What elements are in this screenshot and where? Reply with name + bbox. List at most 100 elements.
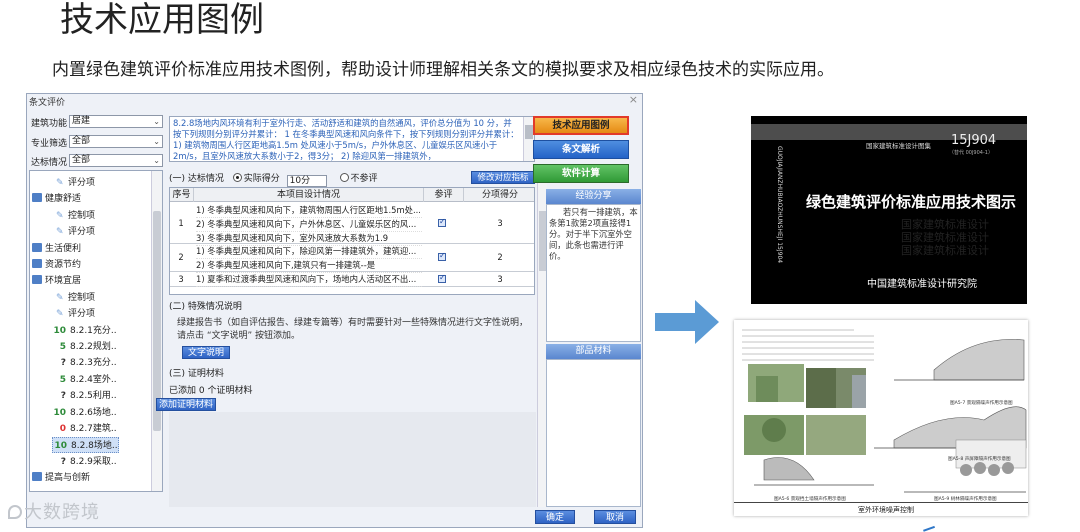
filter-select-function[interactable]: 居建 ⌄ — [69, 115, 163, 128]
tree-item[interactable]: 资源节约 — [32, 257, 81, 273]
clause-evaluation-dialog: 条文评价 × 建筑功能 居建 ⌄ 专业筛选 全部 ⌄ 达标情况 全部 ⌄ ✎ 评分项 健康… — [26, 93, 643, 528]
clause-analysis-button[interactable]: 条文解析 — [533, 140, 629, 159]
cancel-button[interactable]: 取消 — [594, 510, 636, 524]
add-evidence-button[interactable]: 添加证明材料 — [156, 398, 216, 411]
participate-checkbox[interactable] — [438, 273, 446, 283]
check-mark-icon — [920, 520, 936, 532]
table-header: 序号 本项目设计情况 参评 分项得分 — [170, 188, 534, 202]
tree-item-label: 8.2.7建筑.. — [70, 424, 117, 434]
tree-item-label: 8.2.9采取.. — [70, 456, 117, 467]
experience-title: 经验分享 — [546, 189, 641, 204]
tree-item-label: 生活便利 — [45, 243, 82, 254]
tree-item[interactable]: 提高与创新 — [32, 470, 90, 486]
ok-button[interactable]: 确定 — [535, 510, 575, 524]
col-score: 分项得分 — [481, 190, 518, 200]
folder-icon — [32, 242, 42, 252]
tree-item-label: 资源节约 — [45, 260, 82, 270]
tree-item[interactable]: ? 8.2.9采取.. — [52, 454, 117, 470]
clause-score: 5 — [59, 342, 66, 352]
tree-item[interactable]: ? 8.2.3充分.. — [52, 355, 117, 371]
clause-tree: ✎ 评分项 健康舒适 ✎ 控制项 ✎ 评分项 生活便利 资源节约 环境宜居 ✎ 控制项 ✎ 评分项 10 8.… — [29, 170, 163, 492]
book-code-sub: （替代 00J904-1） — [949, 150, 993, 156]
tree-item[interactable]: ✎ 评分项 — [56, 224, 95, 240]
clause-score: 10 — [53, 325, 66, 336]
design-description: 1) 冬季典型风速和风向下，建筑物周围人行区距地1.5m处... 2) 冬季典型风… — [196, 204, 422, 246]
tree-item-label: 8.2.4室外.. — [70, 374, 117, 385]
design-line: 1) 夏季和过渡季典型风速和风向下，场地内人活动区不出... — [196, 273, 422, 287]
filter-label-discipline: 专业筛选 — [31, 139, 68, 149]
tree-item-label: 提高与创新 — [45, 473, 91, 484]
software-calc-button[interactable]: 软件计算 — [533, 164, 629, 183]
tech-legend-button[interactable]: 技术应用图例 — [533, 116, 629, 135]
tree-item-label: 8.2.2规划.. — [70, 342, 117, 352]
folder-icon — [32, 472, 42, 482]
design-line: 2) 冬季典型风速和风向下,建筑只有一排建筑--是 — [196, 259, 422, 273]
tree-item[interactable]: 5 8.2.2规划.. — [52, 339, 117, 355]
tree-item[interactable]: 健康舒适 — [32, 191, 81, 207]
book-title: 绿色建筑评价标准应用技术图示 — [806, 193, 1017, 211]
tree-scrollbar[interactable] — [151, 171, 162, 491]
tree-item-label: 环境宜居 — [45, 276, 82, 287]
tree-item[interactable]: 0 8.2.7建筑.. — [52, 421, 117, 437]
tree-item[interactable]: 生活便利 — [32, 241, 81, 257]
tree-item[interactable]: 10 8.2.8场地.. — [52, 437, 119, 454]
watermark-logo-icon — [8, 505, 22, 519]
right-arrow-icon — [655, 300, 719, 344]
dialog-title: 条文评价 — [29, 98, 66, 108]
close-icon[interactable]: × — [629, 93, 638, 106]
compliance-label: (一) 达标情况 — [169, 174, 224, 184]
drawing-illustrations — [742, 329, 1027, 493]
tree-item[interactable]: 10 8.2.6场地.. — [52, 405, 116, 421]
tree-item[interactable]: 环境宜居 — [32, 273, 81, 289]
pencil-icon: ✎ — [56, 227, 64, 238]
clause-score: 10 — [54, 441, 67, 452]
text-note-button[interactable]: 文字说明 — [182, 346, 230, 359]
radio-actual-score-label: 实际得分 — [243, 174, 280, 184]
participate-checkbox[interactable] — [438, 217, 446, 227]
main-empty-area — [169, 412, 536, 507]
modify-indicator-button[interactable]: 修改对应指标 — [471, 171, 535, 184]
participate-checkbox[interactable] — [438, 251, 446, 261]
tree-item-label: 评分项 — [68, 178, 96, 188]
filter-select-status[interactable]: 全部 ⌄ — [69, 154, 163, 167]
chevron-down-icon: ⌄ — [153, 117, 160, 126]
watermark-text: 大数跨境 — [24, 502, 100, 523]
row-number: 2 — [178, 252, 184, 262]
folder-icon — [32, 275, 42, 285]
table-row[interactable]: 1 1) 冬季典型风速和风向下，建筑物周围人行区距地1.5m处... 2) 冬季典型… — [170, 203, 534, 246]
clause-score: ? — [60, 391, 66, 402]
clause-score: 10 — [53, 407, 66, 418]
tree-item[interactable]: ? 8.2.5利用.. — [52, 388, 117, 404]
tree-item-label: 8.2.8场地.. — [71, 441, 118, 452]
row-number: 1 — [178, 217, 184, 228]
book-publisher: 中国建筑标准设计研究院 — [867, 279, 977, 290]
book-spine: GUOJIAJIANZHUBIAOZHUNSHEJI 15J904 — [776, 146, 783, 264]
tree-item[interactable]: ✎ 控制项 — [56, 208, 95, 224]
filter-select-discipline[interactable]: 全部 ⌄ — [69, 135, 163, 148]
tree-item[interactable]: 5 8.2.4室外.. — [52, 372, 117, 388]
watermark: 大数跨境 — [8, 498, 100, 524]
drawing-caption: 室外环境噪声控制 — [858, 506, 914, 514]
tree-item[interactable]: 10 8.2.1充分.. — [52, 323, 116, 339]
design-line: 1) 冬季典型风速和风向下，建筑物周围人行区距地1.5m处... — [196, 204, 422, 218]
special-section-text: 绿建报告书（如自评估报告、绿建专篇等）有时需要针对一些特殊情况进行文字性说明，请… — [177, 318, 529, 341]
table-row[interactable]: 2 1) 冬季典型风速和风向下，除迎风第一排建筑外，建筑迎... 2) 冬季典型风速… — [170, 244, 534, 273]
tree-item-label: 8.2.3充分.. — [70, 358, 117, 369]
score-value[interactable]: 10分 — [286, 175, 327, 187]
tree-item[interactable]: ✎ 评分项 — [56, 306, 95, 322]
table-row[interactable]: 3 1) 夏季和过渡季典型风速和风向下，场地内人活动区不出... 3 — [170, 272, 534, 287]
radio-actual-score[interactable] — [232, 173, 242, 182]
evidence-count: 已添加 0 个证明材料 — [169, 386, 253, 396]
design-description: 1) 冬季典型风速和风向下，除迎风第一排建筑外，建筑迎... 2) 冬季典型风速和… — [196, 245, 422, 273]
tree-item[interactable]: ✎ 控制项 — [56, 290, 95, 306]
tree-item[interactable]: ✎ 评分项 — [56, 175, 95, 191]
item-score: 2 — [497, 252, 503, 262]
tree-item-label: 评分项 — [68, 309, 96, 320]
fig-label: 图A5-8 声屏障隔声作用示意图 — [948, 457, 1011, 462]
radio-not-evaluated[interactable] — [339, 173, 349, 182]
radio-not-evaluated-label: 不参评 — [350, 174, 378, 184]
experience-text: 若只有一排建筑，本条第1款第2项直接得1分。对于半下沉室外空间，此条也需进行评价… — [546, 204, 641, 342]
design-line: 1) 冬季典型风速和风向下，除迎风第一排建筑外，建筑迎... — [196, 245, 422, 259]
item-score: 3 — [497, 217, 503, 228]
fig-label: 图A5-7 景观隔噪声作用示意图 — [950, 401, 1013, 406]
